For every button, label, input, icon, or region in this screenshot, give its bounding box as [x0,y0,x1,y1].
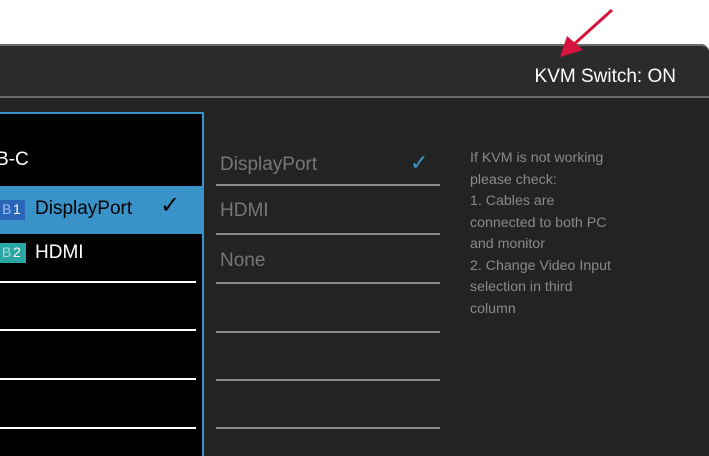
list-item-empty[interactable] [0,380,202,426]
video-input-list: DisplayPort ✓ HDMI None [216,146,440,456]
input-badge: B 2 [0,243,26,263]
source-label: HDMI [35,242,84,263]
list-item[interactable]: B 2 HDMI [0,238,202,284]
list-item[interactable]: None [216,242,440,292]
badge-number: 2 [13,244,21,260]
row-divider [216,233,440,235]
input-badge: B 1 [0,200,25,220]
arrow-icon [560,8,614,57]
source-list: B-C B 1 DisplayPort ✓ B 2 HDMI [0,112,204,456]
source-label: B-C [0,149,29,170]
badge-prefix: B [2,201,12,217]
source-label: DisplayPort [35,198,133,219]
list-item-empty[interactable] [0,331,202,377]
arrow-shaft [570,8,614,48]
list-item-empty[interactable] [0,282,202,328]
row-divider [216,379,440,381]
row-divider [216,427,440,429]
video-input-label: HDMI [220,200,269,221]
badge-prefix: B [2,244,12,260]
row-divider [0,427,196,429]
checkmark-icon: ✓ [160,192,181,219]
checkmark-icon: ✓ [410,150,429,175]
list-item-selected[interactable]: DisplayPort ✓ [216,146,440,196]
badge-number: 1 [13,201,21,217]
row-divider [216,331,440,333]
list-item-selected[interactable]: B 1 DisplayPort ✓ [0,186,202,234]
row-divider [216,282,440,284]
row-divider [216,184,440,186]
video-input-label: DisplayPort [220,154,318,175]
video-input-label: None [220,250,266,271]
list-item[interactable]: B-C [0,114,202,170]
kvm-help-text: If KVM is not working please check: 1. C… [470,150,611,317]
